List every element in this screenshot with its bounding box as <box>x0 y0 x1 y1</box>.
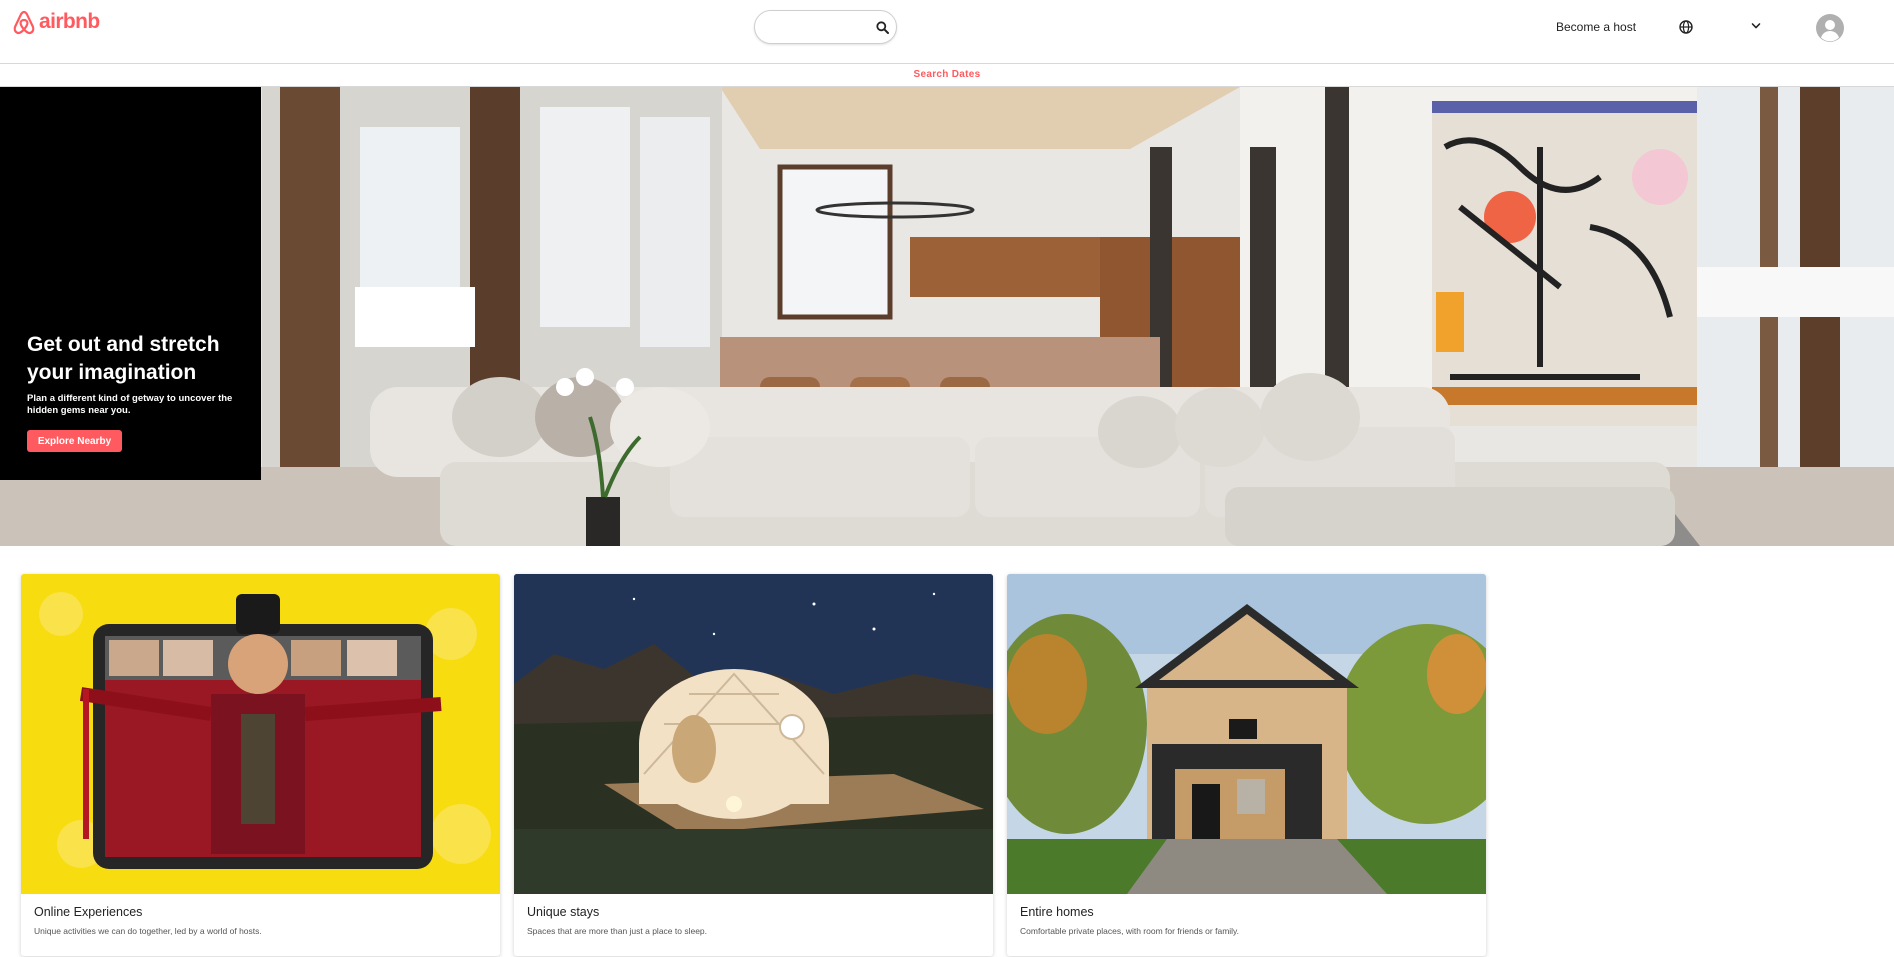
search-dates-bar: Search Dates <box>0 64 1894 87</box>
hero-title: Get out and stretch your imagination <box>27 333 220 384</box>
card-title: Online Experiences <box>34 905 143 919</box>
chevron-down-icon[interactable] <box>1751 22 1761 30</box>
search-dates-link[interactable]: Search Dates <box>914 69 981 80</box>
brand-name: airbnb <box>39 10 100 33</box>
search-input[interactable] <box>767 17 871 39</box>
card-description: Spaces that are more than just a place t… <box>527 926 708 936</box>
card-description: Unique activities we can do together, le… <box>34 926 262 936</box>
top-navbar: airbnb Become a host <box>0 0 1894 64</box>
globe-icon[interactable] <box>1679 20 1693 34</box>
search-bar[interactable] <box>754 10 897 44</box>
card-title: Unique stays <box>527 905 600 919</box>
airbnb-logo-icon <box>13 10 35 35</box>
hero-banner: Get out and stretch your imagination Pla… <box>0 87 1894 546</box>
user-avatar-icon[interactable] <box>1816 14 1844 42</box>
card-description: Comfortable private places, with room fo… <box>1020 926 1240 936</box>
card-entire-homes[interactable]: Entire homes Comfortable private places,… <box>1007 574 1486 956</box>
hero-text-panel: Get out and stretch your imagination Pla… <box>0 87 261 480</box>
search-icon[interactable] <box>876 21 889 34</box>
card-unique-stays[interactable]: Unique stays Spaces that are more than j… <box>514 574 993 956</box>
card-online-experiences[interactable]: Online Experiences Unique activities we … <box>21 574 500 956</box>
airbnb-logo[interactable]: airbnb <box>12 10 100 36</box>
become-host-link[interactable]: Become a host <box>1556 20 1636 34</box>
explore-nearby-button[interactable]: Explore Nearby <box>27 430 122 452</box>
living-room-photo <box>0 87 1894 546</box>
online-experience-photo <box>21 574 500 894</box>
dome-tent-photo <box>514 574 993 894</box>
hero-subtitle: Plan a different kind of getway to uncov… <box>27 393 233 416</box>
cabin-house-photo <box>1007 574 1486 894</box>
card-title: Entire homes <box>1020 905 1094 919</box>
